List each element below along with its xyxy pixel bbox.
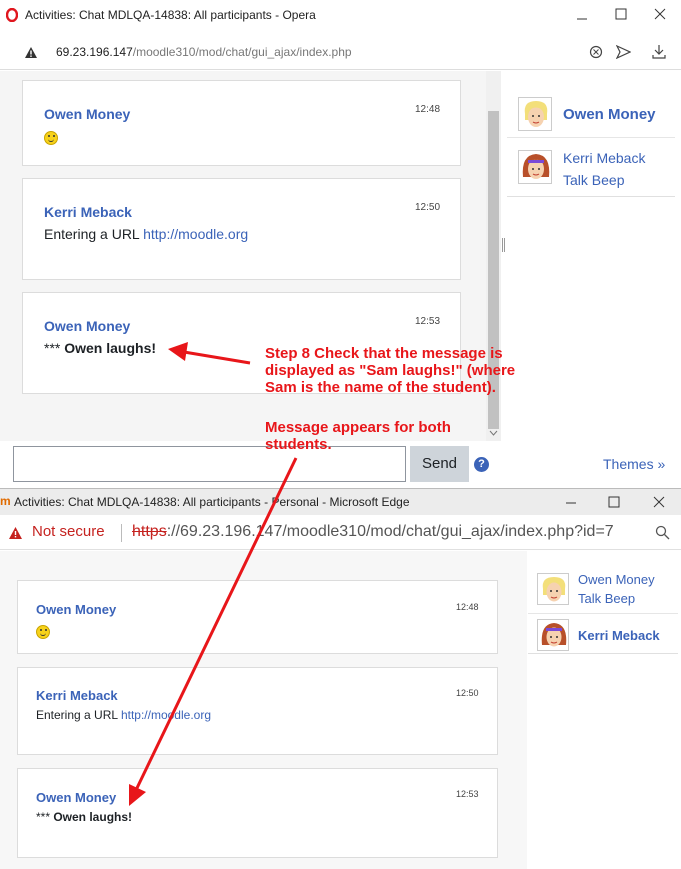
annotation-line: Step 8 Check that the message is [265, 345, 503, 362]
annotation-step-text: Step 8 Check that the message is display… [265, 345, 515, 396]
annotation-line: students. [265, 436, 332, 453]
annotation-arrow-lower-icon [129, 457, 298, 806]
annotation-result-text: Message appears for both students. [265, 419, 451, 453]
annotation-arrow-upper-icon [168, 342, 251, 365]
annotation-line: displayed as "Sam laughs!" (where [265, 362, 516, 379]
annotation-line: Message appears for both [265, 419, 451, 436]
annotation-line: Sam is the name of the student). [265, 379, 496, 396]
